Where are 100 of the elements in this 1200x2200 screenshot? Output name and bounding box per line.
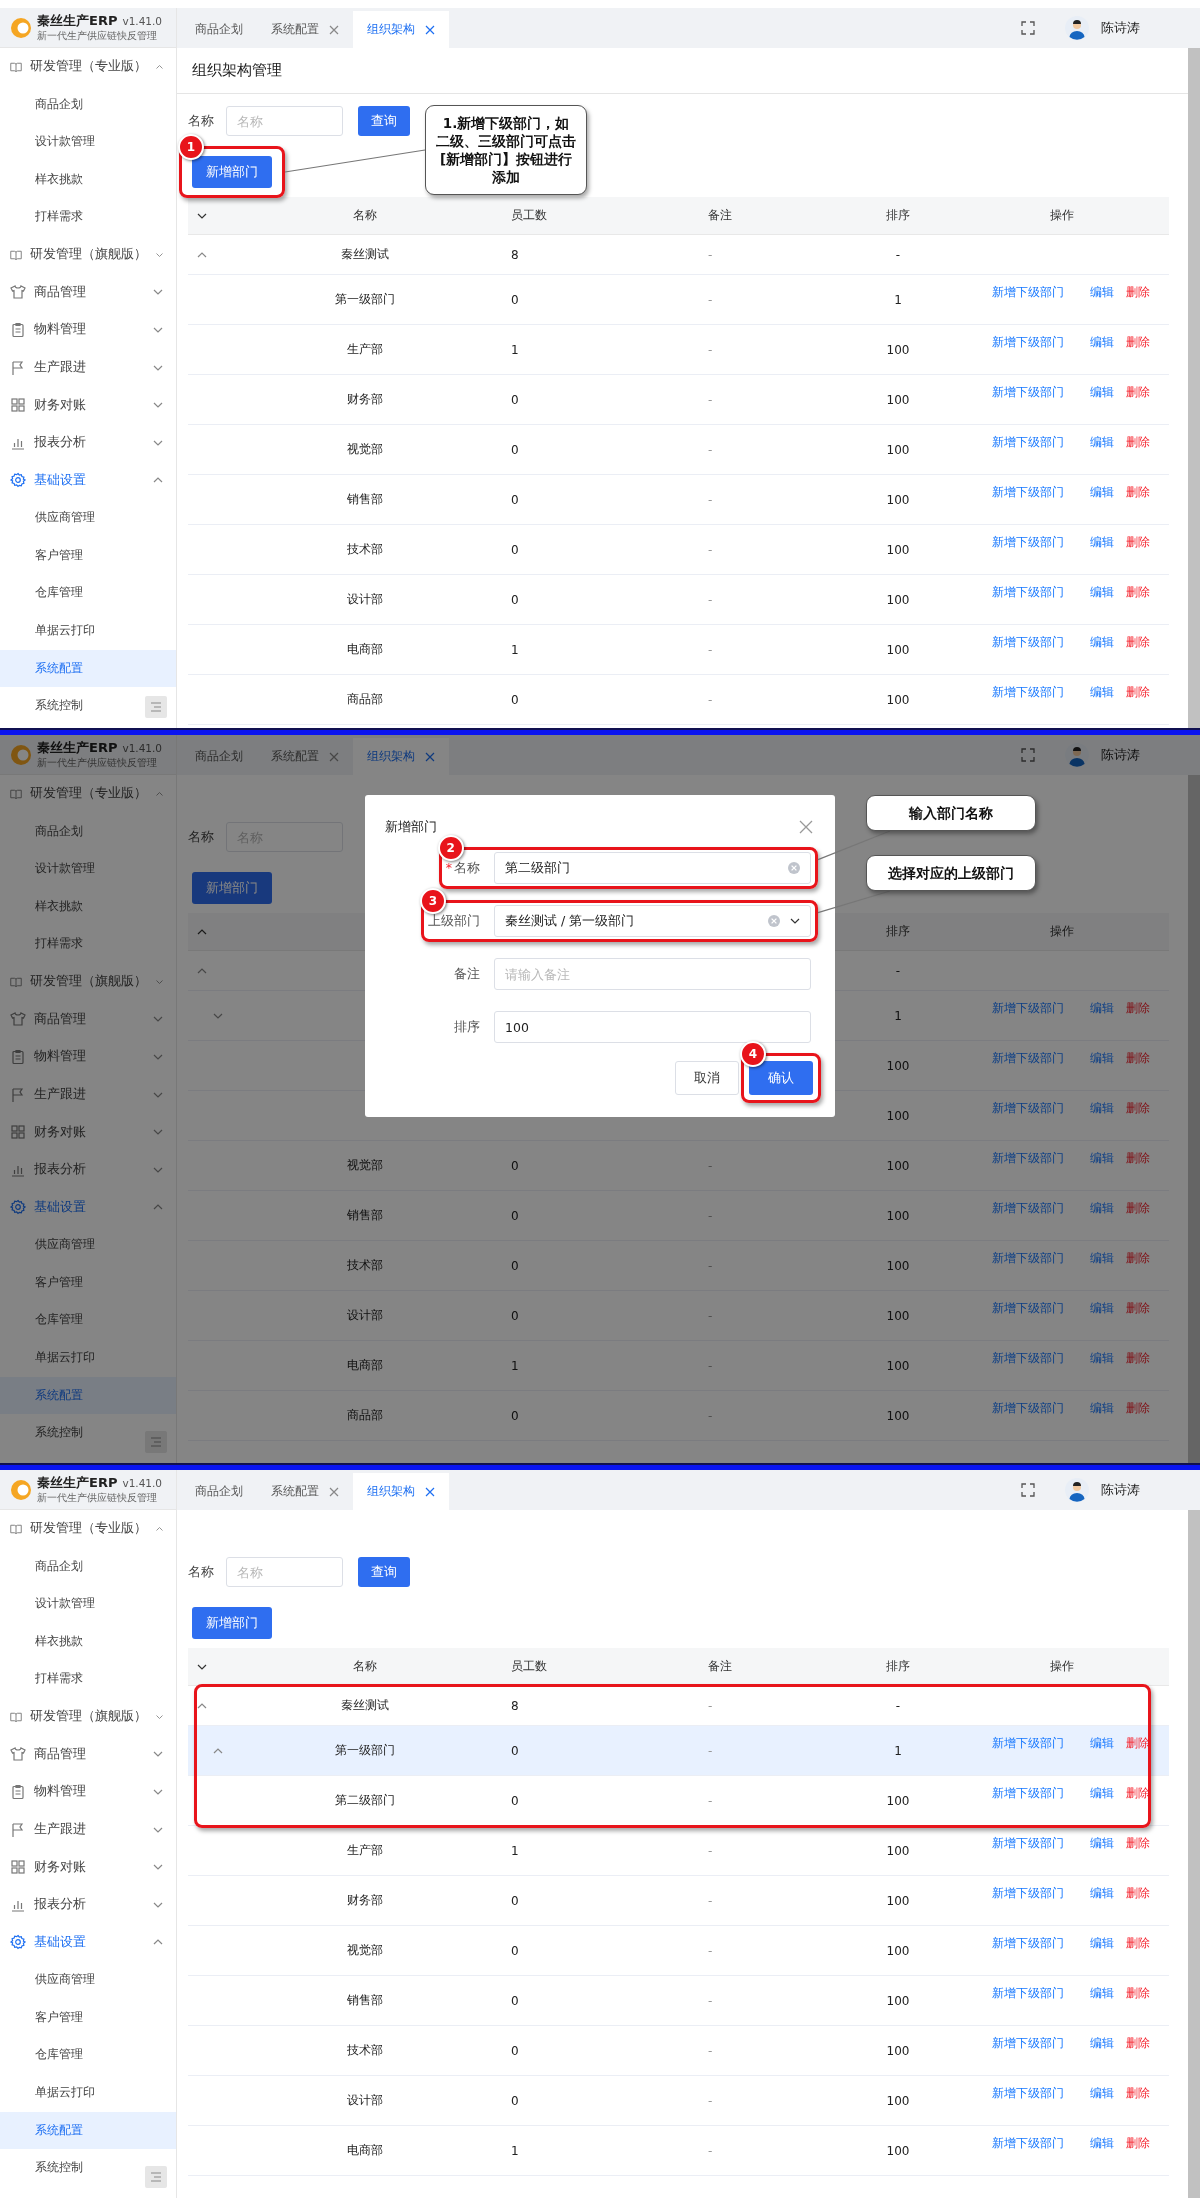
menu-item[interactable]: 系统控制 (0, 2149, 176, 2187)
menu-group[interactable]: 报表分析 (0, 1885, 176, 1924)
add-child-link[interactable]: 新增下级部门 (977, 1149, 1078, 1182)
edit-link[interactable]: 编辑 (1089, 683, 1114, 716)
close-icon[interactable] (425, 751, 435, 762)
table-row[interactable]: 视觉部 0 - 100 新增下级部门 编辑 删除 (188, 1926, 1169, 1976)
edit-link[interactable]: 编辑 (1089, 1299, 1114, 1332)
table-row[interactable]: 第一级部门 0 - 1 新增下级部门 编辑 删除 (188, 275, 1169, 325)
menu-group[interactable]: 研发管理（专业版） (0, 1510, 176, 1548)
menu-group[interactable]: 基础设置 (0, 461, 176, 500)
table-row[interactable]: 电商部 1 - 100 新增下级部门 编辑 删除 (188, 1341, 1169, 1391)
menu-item[interactable]: 供应商管理 (0, 1226, 176, 1264)
edit-link[interactable]: 编辑 (1089, 383, 1114, 416)
delete-link[interactable]: 删除 (1125, 1399, 1150, 1432)
menu-item[interactable]: 系统配置 (0, 649, 176, 688)
edit-link[interactable]: 编辑 (1089, 1149, 1114, 1182)
menu-item[interactable]: 打样需求 (0, 1660, 176, 1698)
menu-group[interactable]: 物料管理 (0, 311, 176, 349)
add-child-link[interactable]: 新增下级部门 (977, 1049, 1078, 1082)
collapse-sidebar-button[interactable] (145, 2166, 167, 2188)
menu-item[interactable]: 供应商管理 (0, 1961, 176, 1999)
menu-group[interactable]: 商品管理 (0, 1735, 176, 1774)
menu-item[interactable]: 系统配置 (0, 2111, 176, 2150)
edit-link[interactable]: 编辑 (1089, 2084, 1114, 2117)
close-icon[interactable] (425, 1486, 435, 1497)
text-field[interactable]: 第二级部门 (494, 852, 811, 884)
add-child-link[interactable]: 新增下级部门 (977, 2134, 1078, 2167)
add-child-link[interactable]: 新增下级部门 (977, 1299, 1078, 1332)
table-row[interactable]: 技术部 0 - 100 新增下级部门 编辑 删除 (188, 2026, 1169, 2076)
table-row[interactable]: 设计部 0 - 100 新增下级部门 编辑 删除 (188, 2076, 1169, 2126)
delete-link[interactable]: 删除 (1125, 1834, 1150, 1867)
delete-link[interactable]: 删除 (1125, 1349, 1150, 1382)
edit-link[interactable]: 编辑 (1089, 333, 1114, 366)
add-child-link[interactable]: 新增下级部门 (977, 1934, 1078, 1967)
menu-group[interactable]: 财务对账 (0, 386, 176, 424)
menu-group[interactable]: 生产跟进 (0, 1075, 176, 1114)
menu-item[interactable]: 单据云打印 (0, 611, 176, 650)
search-field[interactable]: 名称 (226, 106, 343, 136)
menu-item[interactable]: 仓库管理 (0, 1301, 176, 1339)
delete-link[interactable]: 删除 (1125, 383, 1150, 416)
menu-item[interactable]: 样衣挑款 (0, 1622, 176, 1661)
close-icon[interactable] (329, 24, 339, 35)
menu-group[interactable]: 财务对账 (0, 1848, 176, 1886)
menu-item[interactable]: 客户管理 (0, 536, 176, 575)
delete-link[interactable]: 删除 (1125, 683, 1150, 716)
delete-link[interactable]: 删除 (1125, 1099, 1150, 1132)
delete-link[interactable]: 删除 (1125, 533, 1150, 566)
table-row[interactable]: 电商部 1 - 100 新增下级部门 编辑 删除 (188, 625, 1169, 675)
add-department-button[interactable]: 新增部门 (192, 1607, 272, 1639)
text-field[interactable]: 请输入备注 (494, 958, 811, 990)
menu-group[interactable]: 研发管理（专业版） (0, 775, 176, 813)
menu-item[interactable]: 打样需求 (0, 925, 176, 963)
edit-link[interactable]: 编辑 (1089, 283, 1114, 316)
menu-group[interactable]: 基础设置 (0, 1188, 176, 1227)
user-name[interactable]: 陈诗涛 (1101, 19, 1140, 37)
close-icon[interactable] (329, 1486, 339, 1497)
search-field[interactable]: 名称 (226, 1557, 343, 1587)
menu-item[interactable]: 设计款管理 (0, 850, 176, 888)
add-child-link[interactable]: 新增下级部门 (977, 1884, 1078, 1917)
edit-link[interactable]: 编辑 (1089, 1984, 1114, 2017)
menu-item[interactable]: 商品企划 (0, 1547, 176, 1586)
menu-item[interactable]: 仓库管理 (0, 2036, 176, 2074)
query-button[interactable]: 查询 (358, 1557, 410, 1587)
edit-link[interactable]: 编辑 (1089, 583, 1114, 616)
menu-item[interactable]: 单据云打印 (0, 2073, 176, 2112)
table-row[interactable]: 销售部 0 - 100 新增下级部门 编辑 删除 (188, 1976, 1169, 2026)
table-row[interactable]: 秦丝测试 8 - - (188, 235, 1169, 275)
edit-link[interactable]: 编辑 (1089, 1049, 1114, 1082)
add-child-link[interactable]: 新增下级部门 (977, 1099, 1078, 1132)
edit-link[interactable]: 编辑 (1089, 1349, 1114, 1382)
add-child-link[interactable]: 新增下级部门 (977, 383, 1078, 416)
menu-group[interactable]: 基础设置 (0, 1923, 176, 1962)
table-row[interactable]: 商品部 0 - 100 新增下级部门 编辑 删除 (188, 675, 1169, 725)
delete-link[interactable]: 删除 (1125, 633, 1150, 666)
add-child-link[interactable]: 新增下级部门 (977, 1734, 1078, 1767)
table-row[interactable]: 电商部 1 - 100 新增下级部门 编辑 删除 (188, 2126, 1169, 2176)
delete-link[interactable]: 删除 (1125, 283, 1150, 316)
delete-link[interactable]: 删除 (1125, 333, 1150, 366)
table-row[interactable]: 商品部 0 - 100 新增下级部门 编辑 删除 (188, 1391, 1169, 1441)
menu-group[interactable]: 财务对账 (0, 1113, 176, 1151)
add-child-link[interactable]: 新增下级部门 (977, 1399, 1078, 1432)
menu-group[interactable]: 研发管理（旗舰版） (0, 1697, 176, 1736)
menu-group[interactable]: 商品管理 (0, 1000, 176, 1039)
add-child-link[interactable]: 新增下级部门 (977, 483, 1078, 516)
tab[interactable]: 组织架构 (353, 1473, 449, 1510)
table-row[interactable]: 技术部 0 - 100 新增下级部门 编辑 删除 (188, 525, 1169, 575)
add-child-link[interactable]: 新增下级部门 (977, 283, 1078, 316)
menu-item[interactable]: 客户管理 (0, 1263, 176, 1302)
tab[interactable]: 组织架构 (353, 11, 449, 48)
menu-item[interactable]: 系统控制 (0, 687, 176, 725)
add-child-link[interactable]: 新增下级部门 (977, 683, 1078, 716)
menu-group[interactable]: 物料管理 (0, 1773, 176, 1811)
add-child-link[interactable]: 新增下级部门 (977, 333, 1078, 366)
user-name[interactable]: 陈诗涛 (1101, 1481, 1140, 1499)
add-child-link[interactable]: 新增下级部门 (977, 1984, 1078, 2017)
add-child-link[interactable]: 新增下级部门 (977, 433, 1078, 466)
table-row[interactable]: 设计部 0 - 100 新增下级部门 编辑 删除 (188, 1291, 1169, 1341)
delete-link[interactable]: 删除 (1125, 1249, 1150, 1282)
close-icon[interactable] (425, 24, 435, 35)
delete-link[interactable]: 删除 (1125, 583, 1150, 616)
